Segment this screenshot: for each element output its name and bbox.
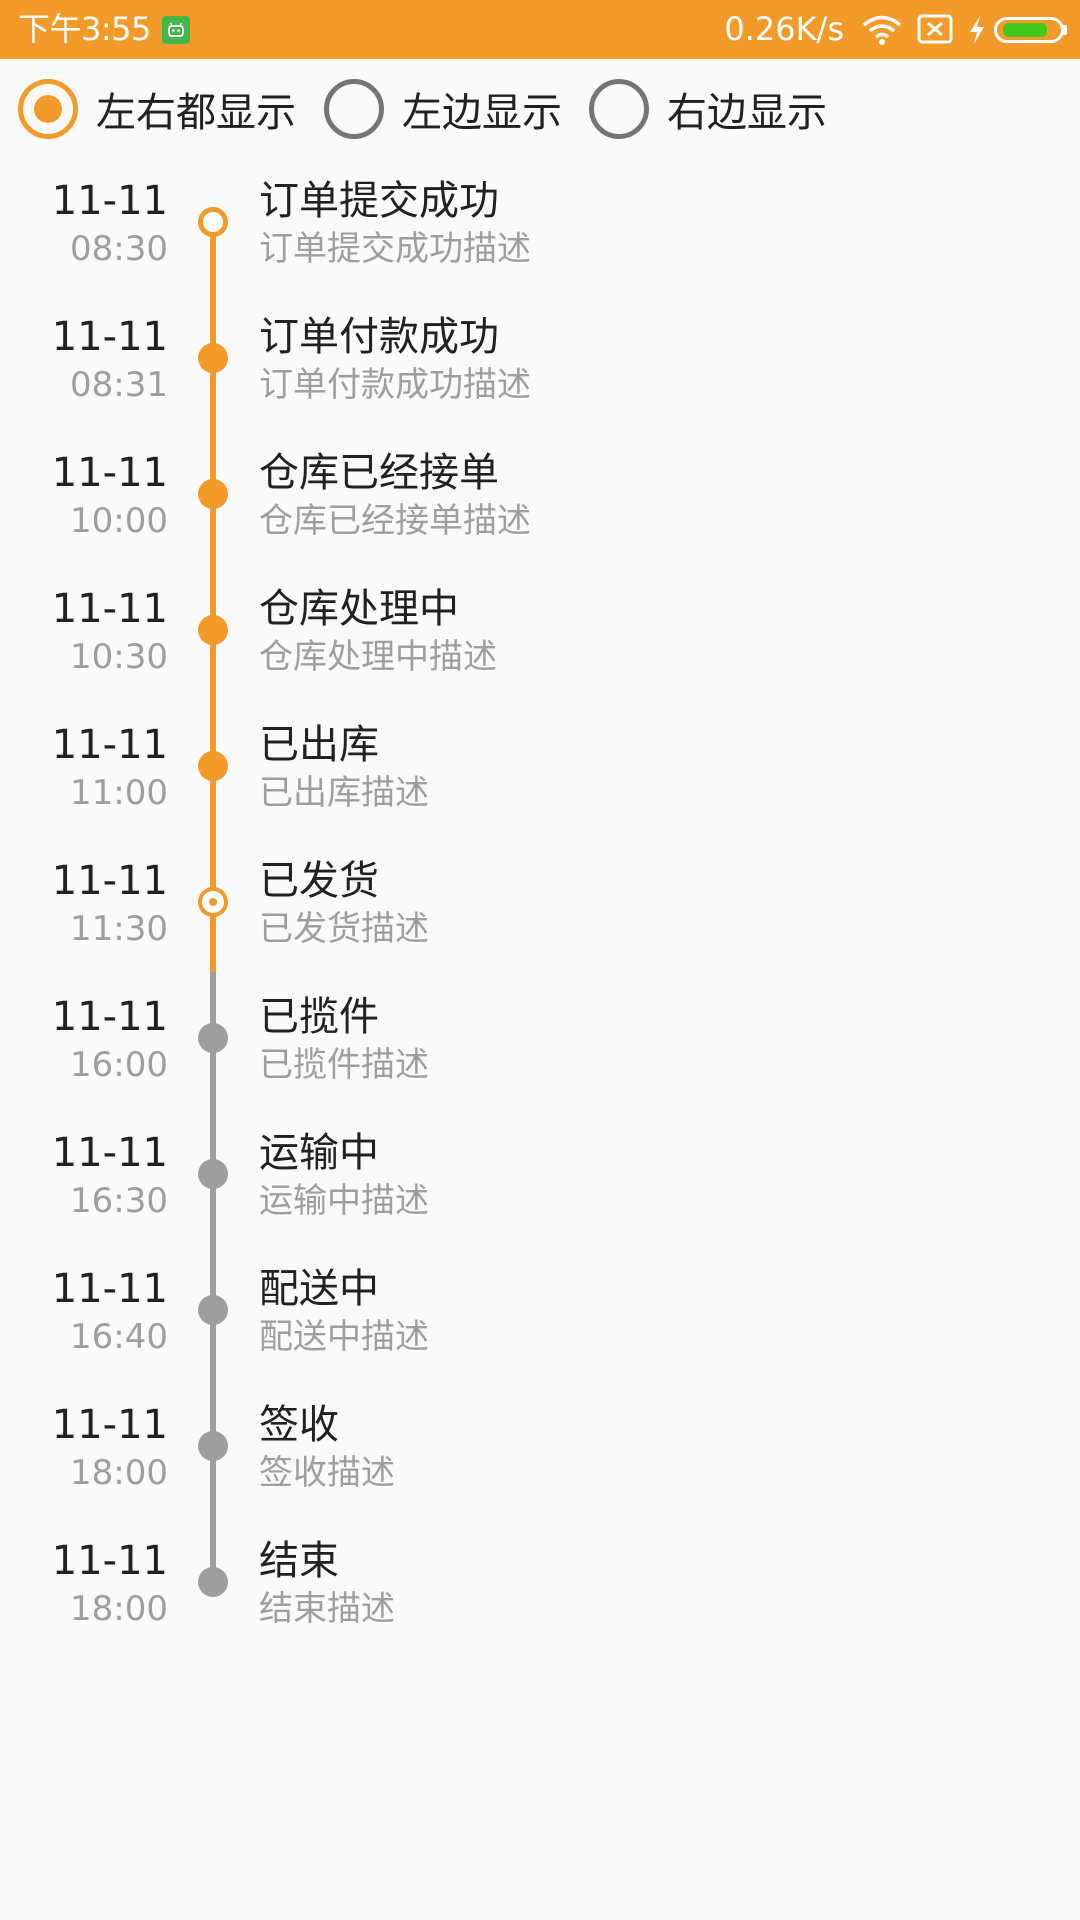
timeline-title: 已发货 bbox=[259, 858, 379, 904]
timeline-date: 11-11 bbox=[51, 1130, 168, 1176]
timeline-date: 11-11 bbox=[51, 994, 168, 1040]
timeline-title: 订单付款成功 bbox=[259, 314, 499, 360]
order-timeline: 11-11 08:30 订单提交成功订单提交成功描述 11-11 08:31 订单付款成功… bbox=[0, 0, 1080, 1920]
timeline-title: 签收 bbox=[259, 1402, 339, 1448]
timeline-title: 订单提交成功 bbox=[259, 178, 499, 224]
timeline-date: 11-11 bbox=[51, 1402, 168, 1448]
timeline-node-icon bbox=[198, 479, 228, 509]
timeline-item: 11-11 11:30 已发货已发货描述 bbox=[0, 857, 1080, 993]
timeline-description: 签收描述 bbox=[259, 1453, 395, 1493]
timeline-item: 11-11 16:40 配送中配送中描述 bbox=[0, 1265, 1080, 1401]
timeline-node-icon bbox=[198, 343, 228, 373]
timeline-time: 16:00 bbox=[70, 1045, 168, 1085]
timeline-description: 仓库处理中描述 bbox=[259, 637, 497, 677]
timeline-item: 11-11 16:00 已揽件已揽件描述 bbox=[0, 993, 1080, 1129]
timeline-description: 订单提交成功描述 bbox=[259, 229, 531, 269]
timeline-time: 16:30 bbox=[70, 1181, 168, 1221]
timeline-date: 11-11 bbox=[51, 858, 168, 904]
timeline-date: 11-11 bbox=[51, 722, 168, 768]
timeline-time: 16:40 bbox=[70, 1317, 168, 1357]
timeline-title: 已出库 bbox=[259, 722, 379, 768]
timeline-title: 仓库已经接单 bbox=[259, 450, 499, 496]
timeline-time: 08:31 bbox=[70, 365, 168, 405]
timeline-time: 11:30 bbox=[70, 909, 168, 949]
timeline-description: 运输中描述 bbox=[259, 1181, 429, 1221]
timeline-date: 11-11 bbox=[51, 450, 168, 496]
timeline-title: 结束 bbox=[259, 1538, 339, 1584]
timeline-node-icon bbox=[198, 1431, 228, 1461]
timeline-item: 11-11 16:30 运输中运输中描述 bbox=[0, 1129, 1080, 1265]
timeline-title: 已揽件 bbox=[259, 994, 379, 1040]
timeline-node-icon bbox=[198, 1159, 228, 1189]
timeline-date: 11-11 bbox=[51, 178, 168, 224]
timeline-item: 11-11 18:00 签收签收描述 bbox=[0, 1401, 1080, 1537]
timeline-item: 11-11 08:31 订单付款成功订单付款成功描述 bbox=[0, 313, 1080, 449]
timeline-description: 配送中描述 bbox=[259, 1317, 429, 1357]
timeline-node-icon bbox=[198, 207, 228, 237]
timeline-node-icon bbox=[198, 887, 228, 917]
timeline-item: 11-11 08:30 订单提交成功订单提交成功描述 bbox=[0, 177, 1080, 313]
timeline-time: 18:00 bbox=[70, 1453, 168, 1493]
timeline-item: 11-11 11:00 已出库已出库描述 bbox=[0, 721, 1080, 857]
timeline-item: 11-11 10:00 仓库已经接单仓库已经接单描述 bbox=[0, 449, 1080, 585]
timeline-time: 10:30 bbox=[70, 637, 168, 677]
timeline-title: 运输中 bbox=[259, 1130, 379, 1176]
timeline-description: 结束描述 bbox=[259, 1589, 395, 1629]
timeline-node-icon bbox=[198, 615, 228, 645]
timeline-description: 订单付款成功描述 bbox=[259, 365, 531, 405]
timeline-time: 10:00 bbox=[70, 501, 168, 541]
timeline-node-icon bbox=[198, 1567, 228, 1597]
timeline-description: 已出库描述 bbox=[259, 773, 429, 813]
timeline-title: 配送中 bbox=[259, 1266, 379, 1312]
timeline-time: 08:30 bbox=[70, 229, 168, 269]
timeline-node-icon bbox=[198, 751, 228, 781]
timeline-time: 18:00 bbox=[70, 1589, 168, 1629]
timeline-date: 11-11 bbox=[51, 586, 168, 632]
timeline-title: 仓库处理中 bbox=[259, 586, 459, 632]
timeline-date: 11-11 bbox=[51, 1266, 168, 1312]
timeline-item: 11-11 10:30 仓库处理中仓库处理中描述 bbox=[0, 585, 1080, 721]
timeline-description: 已揽件描述 bbox=[259, 1045, 429, 1085]
timeline-date: 11-11 bbox=[51, 1538, 168, 1584]
timeline-item: 11-11 18:00 结束结束描述 bbox=[0, 1537, 1080, 1673]
timeline-node-icon bbox=[198, 1295, 228, 1325]
timeline-date: 11-11 bbox=[51, 314, 168, 360]
timeline-time: 11:00 bbox=[70, 773, 168, 813]
timeline-node-icon bbox=[198, 1023, 228, 1053]
timeline-description: 仓库已经接单描述 bbox=[259, 501, 531, 541]
timeline-description: 已发货描述 bbox=[259, 909, 429, 949]
